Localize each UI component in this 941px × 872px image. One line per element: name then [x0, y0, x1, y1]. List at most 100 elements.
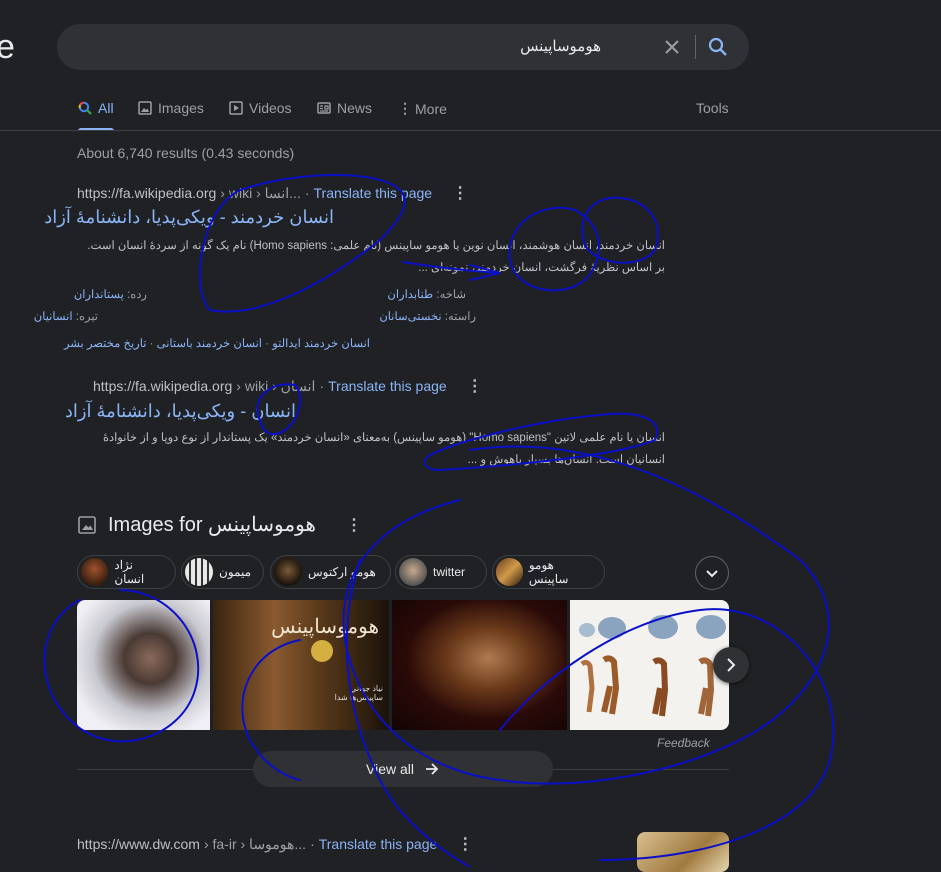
search-icon[interactable] — [707, 36, 729, 58]
chip-thumbnail — [81, 558, 109, 586]
result-domain[interactable]: https://fa.wikipedia.org — [93, 378, 232, 394]
image-result-neanderthal[interactable] — [77, 600, 210, 730]
tab-label: More — [415, 100, 447, 117]
tab-label: News — [337, 100, 373, 116]
more-options-icon[interactable]: ⋮ — [346, 515, 362, 535]
news-icon — [317, 102, 331, 114]
next-images-button[interactable] — [713, 647, 749, 683]
result-thumbnail[interactable] — [637, 832, 729, 872]
google-search-icon — [78, 101, 92, 115]
image-result-female-human[interactable] — [392, 600, 567, 730]
poster-title: هوموساپینس — [271, 614, 379, 638]
more-options-icon[interactable]: ⋮ — [452, 183, 468, 203]
chip-thumbnail — [185, 558, 213, 586]
image-icon — [138, 101, 152, 115]
chip-label: twitter — [433, 565, 466, 579]
image-result-poster[interactable]: هوموساپینس نياد جهاني ساپینس‌ها شدا — [213, 600, 389, 730]
result-title[interactable]: انسان خردمند - ویکی‌پدیا، دانشنامهٔ آزاد — [44, 207, 334, 228]
chevron-right-icon — [727, 658, 736, 672]
view-all-label: View all — [366, 761, 414, 777]
more-options-icon[interactable]: ⋮ — [457, 834, 473, 854]
tabs-divider — [0, 130, 941, 131]
translate-link[interactable]: Translate this page — [314, 185, 433, 201]
video-icon — [229, 101, 243, 115]
search-divider — [695, 35, 696, 59]
more-vert-icon: ⋮ — [398, 100, 412, 116]
tab-all[interactable]: All — [78, 100, 114, 116]
image-chip[interactable]: هومو ساپینس — [492, 555, 605, 589]
cite-separator: · — [319, 378, 325, 394]
cite-separator: · — [304, 185, 310, 201]
arrow-right-icon — [426, 763, 439, 775]
search-box[interactable]: هوموساپینس — [57, 24, 749, 70]
result-cite: https://www.dw.com › fa-ir › هوموسا... ·… — [77, 834, 473, 854]
search-input[interactable]: هوموساپینس — [520, 37, 601, 55]
tools-button[interactable]: Tools — [696, 100, 729, 116]
tab-more[interactable]: ⋮ More — [398, 100, 447, 117]
result-cite: https://fa.wikipedia.org › wiki › انسا..… — [77, 183, 468, 203]
image-result-evolution[interactable] — [570, 600, 729, 730]
cite-separator: · — [310, 836, 315, 852]
chip-thumbnail — [274, 558, 302, 586]
result-title[interactable]: انسان - ویکی‌پدیا، دانشنامهٔ آزاد — [65, 401, 296, 422]
image-chip[interactable]: نژاد انسان — [77, 555, 176, 589]
result-path: › fa-ir › هوموسا... — [203, 835, 307, 852]
attr-row: راسته: نخستی‌سانان — [379, 309, 476, 323]
evolution-illustration — [579, 615, 726, 717]
expand-chips-button[interactable] — [695, 556, 729, 590]
attr-value[interactable]: طنابداران — [387, 289, 433, 301]
attr-row: شاخه: طنابداران — [387, 287, 466, 301]
attr-value[interactable]: انسانیان — [34, 311, 73, 323]
sitelink[interactable]: انسان خردمند ایدالتو — [272, 338, 370, 350]
google-logo[interactable]: e — [0, 28, 15, 67]
sitelink-separator: · — [261, 338, 270, 350]
chip-label: میمون — [219, 565, 251, 579]
attr-label: تیره: — [75, 311, 98, 323]
attr-value[interactable]: پستانداران — [74, 289, 124, 301]
images-title-text[interactable]: Images for هوموساپینس — [108, 512, 316, 537]
sitelink-separator: · — [146, 338, 154, 350]
chevron-down-icon — [706, 570, 718, 578]
result-snippet: انسان یا نام علمی لاتین "Homo sapiens" (… — [102, 432, 665, 466]
tab-label: Images — [158, 100, 204, 116]
attr-row: تیره: انسانیان — [34, 309, 98, 323]
more-options-icon[interactable]: ⋮ — [467, 376, 483, 396]
view-all-button[interactable]: View all — [253, 751, 553, 787]
sitelinks: انسان خردمند ایدالتو · انسان خردمند باست… — [64, 336, 370, 350]
tab-videos[interactable]: Videos — [229, 100, 292, 116]
badge-icon — [311, 640, 333, 662]
result-domain[interactable]: https://www.dw.com — [77, 836, 200, 852]
result-stats: About 6,740 results (0.43 seconds) — [77, 145, 295, 161]
chip-label: هومو ساپینس — [528, 558, 569, 586]
image-chip[interactable]: میمون — [181, 555, 264, 589]
close-icon[interactable] — [661, 36, 683, 58]
poster-caption: نياد جهاني ساپینس‌ها شدا — [334, 684, 383, 702]
translate-link[interactable]: Translate this page — [328, 378, 447, 394]
attr-label: رده: — [127, 289, 147, 301]
result-snippet: انسان خردمند، انسان هوشمند، انسان نوین ی… — [87, 240, 665, 274]
attr-label: شاخه: — [436, 289, 466, 301]
attr-row: رده: پستانداران — [74, 287, 147, 301]
tab-news[interactable]: News — [317, 100, 372, 116]
attr-label: راسته: — [444, 311, 476, 323]
result-domain[interactable]: https://fa.wikipedia.org — [77, 185, 216, 201]
image-chip[interactable]: هومو ارکتوس — [270, 555, 391, 589]
image-icon — [78, 515, 96, 534]
translate-link[interactable]: Translate this page — [319, 836, 438, 852]
sitelink[interactable]: انسان خردمند باستانی — [157, 338, 262, 350]
feedback-link[interactable]: Feedback — [657, 736, 710, 750]
result-path: › wiki › انسا... — [220, 184, 301, 201]
result-cite: https://fa.wikipedia.org › wiki › انسان … — [93, 376, 483, 396]
tab-label: Videos — [249, 100, 292, 116]
chip-label: هومو ارکتوس — [308, 565, 376, 579]
chip-thumbnail — [399, 558, 427, 586]
tab-images[interactable]: Images — [138, 100, 204, 116]
result-path: › wiki › انسان — [236, 377, 316, 394]
images-section-title: Images for هوموساپینس ⋮ — [78, 512, 362, 537]
tab-label: All — [98, 100, 114, 116]
attr-value[interactable]: نخستی‌سانان — [379, 311, 441, 323]
chip-thumbnail — [496, 558, 523, 586]
sitelink[interactable]: تاریخ مختصر بشر — [64, 338, 146, 350]
image-chip[interactable]: twitter — [395, 555, 487, 589]
chip-label: نژاد انسان — [114, 558, 145, 586]
